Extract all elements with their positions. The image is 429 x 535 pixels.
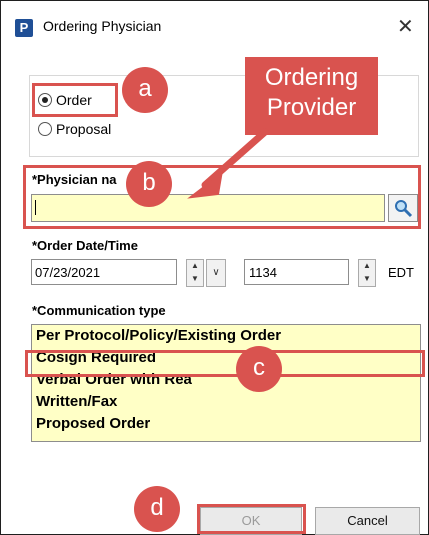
annotation-arrow (187, 128, 269, 199)
